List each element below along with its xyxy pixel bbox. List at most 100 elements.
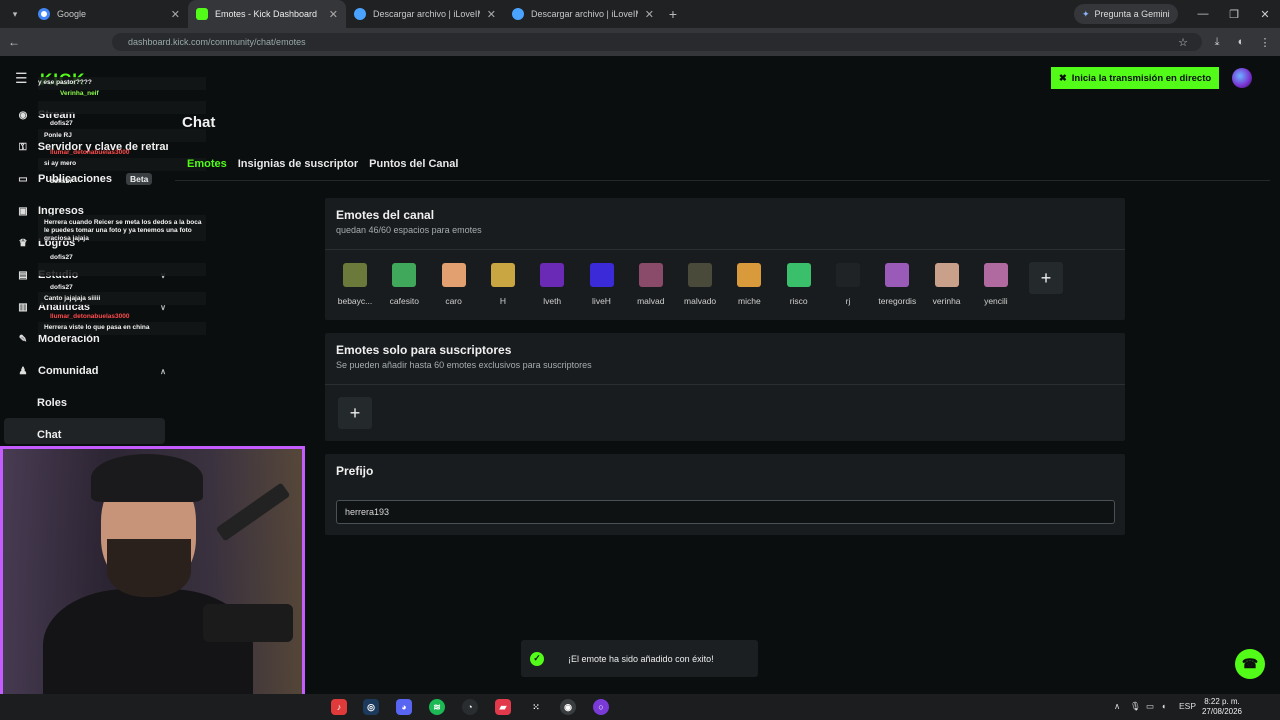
channel-emote[interactable]: yencili	[976, 263, 1016, 306]
prefix-title: Prefijo	[336, 464, 374, 478]
beta-badge: Beta	[125, 173, 153, 185]
sidebar-item-community[interactable]: ♟ Comunidad ∧	[18, 361, 168, 381]
gemini-icon: ✦	[1082, 8, 1090, 19]
channel-emote[interactable]: liveH	[582, 263, 622, 306]
start-stream-button[interactable]: ✖ Inicia la transmisión en directo	[1051, 67, 1219, 89]
emote-image	[490, 263, 515, 287]
post-icon: ▭	[18, 173, 28, 185]
check-icon: ✓	[530, 651, 544, 666]
emote-name: caro	[445, 296, 462, 306]
add-channel-emote-button[interactable]: +	[1029, 262, 1063, 294]
profile-icon[interactable]: ◐	[1230, 28, 1252, 56]
tray-expand-icon[interactable]: ∧	[1114, 701, 1120, 712]
chat-username: llumar_detonabuelas3000	[50, 313, 130, 320]
add-subscriber-emote-button[interactable]: +	[338, 397, 372, 429]
emote-name: H	[499, 296, 506, 306]
url-field[interactable]: dashboard.kick.com/community/chat/emotes	[112, 33, 1202, 51]
browser-tab-google[interactable]: Google ✕	[30, 0, 188, 28]
close-tab-icon[interactable]: ✕	[645, 8, 654, 21]
browser-tab-kick[interactable]: Emotes - Kick Dashboard ✕	[188, 0, 346, 28]
language-indicator[interactable]: ESP	[1179, 701, 1196, 711]
sidebar-subitem-roles[interactable]: Roles	[37, 397, 67, 409]
mic-icon[interactable]: 🎙	[1130, 701, 1141, 712]
channel-emote[interactable]: bebayc...	[335, 263, 375, 306]
bookmark-star-icon[interactable]: ☆	[1172, 28, 1194, 56]
emote-image	[836, 263, 860, 287]
emote-name: cafesito	[389, 296, 419, 306]
discord-icon[interactable]: ◕	[396, 699, 412, 715]
app-grid-icon[interactable]: ⁙	[528, 699, 544, 715]
url-text: dashboard.kick.com/community/chat/emotes	[128, 37, 306, 47]
twitch-tool-icon[interactable]: ○	[593, 699, 609, 715]
prefix-input[interactable]: herrera193	[336, 500, 1115, 524]
sidebar-active-highlight	[4, 418, 165, 444]
tab-emotes[interactable]: Emotes	[187, 158, 227, 170]
tab-title: Descargar archivo | iLoveIMG	[531, 9, 638, 19]
channel-emote[interactable]: teregordis	[877, 263, 917, 306]
chat-username: Verinha_neif	[60, 90, 99, 97]
toast-message: ¡El emote ha sido añadido con éxito!	[568, 653, 714, 664]
channel-emote[interactable]: lveth	[532, 263, 572, 306]
sidebar-subitem-chat[interactable]: Chat	[37, 429, 61, 441]
emote-image	[589, 263, 614, 287]
channel-emote[interactable]: verinha	[927, 263, 967, 306]
network-icon[interactable]: ▭	[1146, 701, 1154, 712]
download-icon[interactable]: ⤓	[1206, 28, 1228, 56]
channel-emote[interactable]: malvad	[631, 263, 671, 306]
chrome-icon[interactable]: ◉	[560, 699, 576, 715]
spotify-icon[interactable]: ≋	[429, 699, 445, 715]
obs-icon[interactable]: ◔	[462, 699, 478, 715]
divider	[325, 249, 1125, 250]
chat-message: Ponle RJ	[44, 132, 72, 139]
people-icon: ♟	[18, 365, 28, 377]
emote-name: lveth	[543, 296, 562, 306]
chat-message: Canto jajajaja siiiii	[44, 295, 101, 302]
channel-emote[interactable]: risco	[779, 263, 819, 306]
wallet-icon: ▣	[18, 205, 28, 217]
back-arrow-icon[interactable]: ←	[0, 28, 28, 56]
browser-tab-ilovimg-2[interactable]: Descargar archivo | iLoveIMG ✕	[504, 0, 662, 28]
tiktok-studio-icon[interactable]: ▰	[495, 699, 511, 715]
minimize-icon[interactable]: —	[1188, 0, 1218, 28]
channel-emote[interactable]: H	[483, 263, 523, 306]
user-avatar[interactable]	[1232, 68, 1252, 88]
volume-icon[interactable]: ◖	[1161, 701, 1166, 711]
close-tab-icon[interactable]: ✕	[487, 8, 496, 21]
sidebar-item-posts[interactable]: ▭ Publicaciones Beta	[18, 169, 168, 189]
new-tab-icon[interactable]: +	[662, 6, 684, 22]
key-icon: ⚿	[19, 141, 27, 153]
channel-emote[interactable]: rj	[828, 263, 868, 306]
channel-emote[interactable]: cafesito	[384, 263, 424, 306]
emote-name: yencili	[984, 296, 1008, 306]
tiktok-live-icon[interactable]: ♪	[331, 699, 347, 715]
support-chat-icon[interactable]: ☎	[1235, 649, 1265, 679]
restore-icon[interactable]: ❐	[1219, 0, 1249, 28]
channel-emotes-title: Emotes del canal	[336, 208, 435, 222]
chat-username: dofis27	[50, 120, 73, 127]
chevron-up-icon: ∧	[160, 366, 166, 376]
subscriber-emotes-info: Se pueden añadir hasta 60 emotes exclusi…	[336, 360, 592, 370]
close-window-icon[interactable]: ✕	[1250, 0, 1280, 28]
prefix-value: herrera193	[345, 507, 390, 517]
channel-emote[interactable]: miche	[729, 263, 769, 306]
chat-username: llumar_detonabuelas3000	[50, 149, 130, 156]
close-tab-icon[interactable]: ✕	[329, 8, 338, 21]
tab-channel-points[interactable]: Puntos del Canal	[369, 158, 458, 170]
channel-emote[interactable]: malvado	[680, 263, 720, 306]
chat-message: Herrera viste lo que pasa en china	[44, 324, 150, 331]
tab-search-icon[interactable]: ▾	[0, 0, 30, 28]
emote-name: teregordis	[878, 296, 917, 306]
gemini-button[interactable]: ✦ Pregunta a Gemini	[1074, 4, 1178, 24]
taskbar-clock[interactable]: 8:22 p. m. 27/08/2026	[1196, 697, 1248, 717]
tab-subscriber-badges[interactable]: Insignias de suscriptor	[238, 158, 358, 170]
hamburger-menu-icon[interactable]: ☰	[15, 70, 28, 87]
emote-image	[786, 263, 811, 287]
divider	[325, 384, 1125, 385]
studio-icon: ▤	[18, 269, 28, 281]
emote-name: malvad	[637, 296, 665, 306]
menu-dots-icon[interactable]: ⋮	[1254, 28, 1276, 56]
close-tab-icon[interactable]: ✕	[171, 8, 180, 21]
channel-emote[interactable]: caro	[434, 263, 474, 306]
browser-tab-ilovimg-1[interactable]: Descargar archivo | iLoveIMG ✕	[346, 0, 504, 28]
steam-icon[interactable]: ◎	[363, 699, 379, 715]
